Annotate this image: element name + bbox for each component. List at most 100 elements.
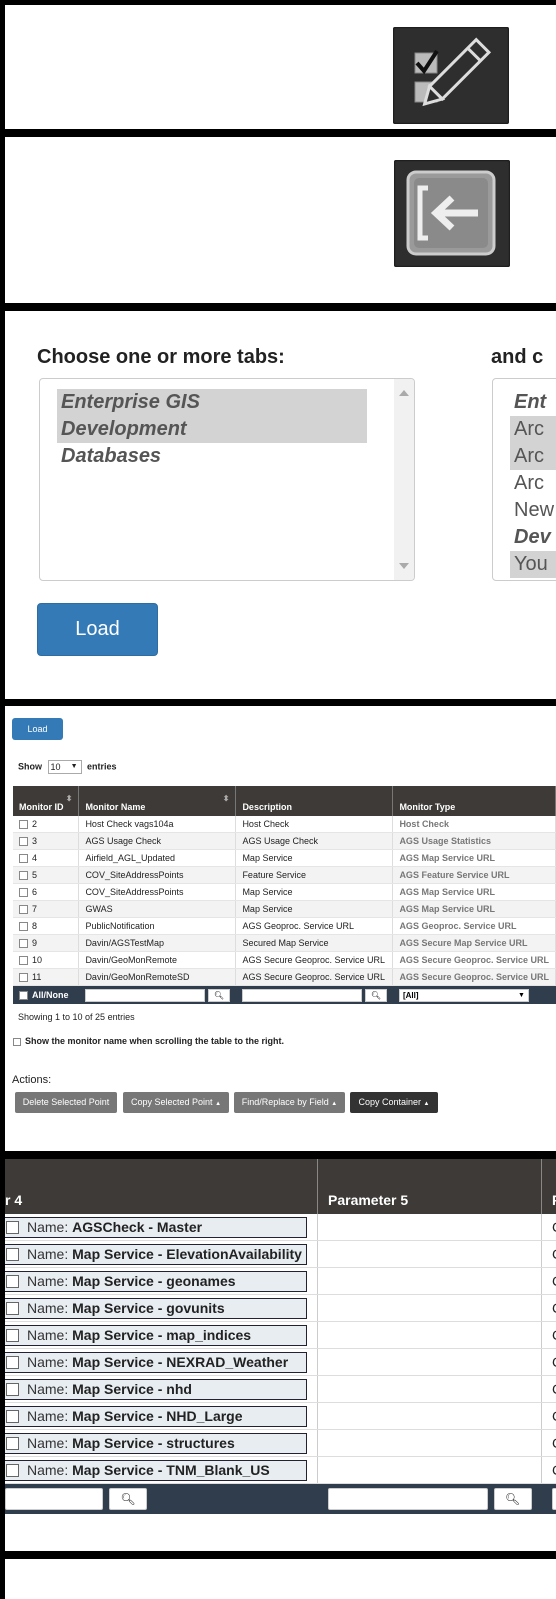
- exit-button[interactable]: [394, 160, 510, 267]
- col-parameter-6[interactable]: Parameter 6: [541, 1159, 556, 1214]
- row-checkbox[interactable]: [19, 939, 28, 949]
- parameter-5-cell[interactable]: [317, 1240, 542, 1268]
- copy-container-button[interactable]: Copy Container ▲: [350, 1092, 438, 1113]
- row-checkbox[interactable]: [6, 1221, 19, 1235]
- description-filter-input[interactable]: [241, 988, 362, 1002]
- table-row[interactable]: 6 COV_SiteAddressPoints Map Service AGS Map…: [13, 883, 556, 901]
- row-checkbox[interactable]: [19, 837, 28, 847]
- monitors-listbox[interactable]: Ent Arc Arc Arc New Dev You: [492, 378, 556, 581]
- name-cell[interactable]: Name: Map Service - NHD_Large: [5, 1405, 307, 1427]
- col-monitor-type[interactable]: Monitor Type: [392, 786, 556, 816]
- col-monitor-name[interactable]: Monitor Name ⬍: [78, 786, 237, 816]
- tab-option[interactable]: Development: [57, 416, 367, 443]
- table-row[interactable]: 11 Davin/GeoMonRemoteSD AGS Secure Geoproc…: [13, 968, 556, 986]
- table-row[interactable]: 5 COV_SiteAddressPoints Feature Service AGS…: [13, 866, 556, 884]
- parameter-6-cell[interactable]: Click to edit: [541, 1240, 556, 1268]
- monitor-option[interactable]: Arc: [510, 416, 556, 443]
- copy-selected-point-button[interactable]: Copy Selected Point ▲: [123, 1092, 229, 1113]
- type-filter-select[interactable]: [All] ▼: [398, 988, 529, 1002]
- row-checkbox[interactable]: [19, 871, 28, 881]
- show-name-checkbox[interactable]: [13, 1037, 21, 1046]
- delete-selected-point-button[interactable]: Delete Selected Point: [15, 1092, 117, 1113]
- parameter-6-cell[interactable]: Click to edit: [541, 1321, 556, 1349]
- tab-option[interactable]: Enterprise GIS: [57, 389, 367, 416]
- name-cell[interactable]: Name: Map Service - nhd: [5, 1378, 307, 1400]
- monitor-option[interactable]: You: [510, 551, 556, 578]
- table-row[interactable]: 2 Host Check vags104a Host Check Host Check: [13, 816, 556, 833]
- name-cell[interactable]: Name: Map Service - TNM_Blank_US: [5, 1459, 307, 1481]
- parameter-6-cell[interactable]: Click to edit: [541, 1294, 556, 1322]
- scroll-down-icon[interactable]: [394, 556, 414, 576]
- parameter-5-filter-input[interactable]: [327, 1488, 488, 1510]
- search-icon[interactable]: 🔍︎: [207, 988, 230, 1002]
- col-description[interactable]: Description: [235, 786, 394, 816]
- tabs-listbox[interactable]: Enterprise GIS Development Databases: [39, 378, 415, 581]
- row-checkbox[interactable]: [6, 1302, 19, 1316]
- monitor-option[interactable]: Dev: [510, 524, 556, 551]
- col-parameter-5[interactable]: Parameter 5: [317, 1159, 542, 1214]
- table-row[interactable]: 3 AGS Usage Check AGS Usage Check AGS Usage…: [13, 832, 556, 850]
- load-button[interactable]: Load: [37, 603, 158, 656]
- row-checkbox[interactable]: [19, 854, 28, 864]
- row-checkbox[interactable]: [19, 956, 28, 966]
- row-checkbox[interactable]: [6, 1410, 19, 1424]
- table-row[interactable]: 9 Davin/AGSTestMap Secured Map Service AGS …: [13, 934, 556, 952]
- monitor-option[interactable]: New: [510, 497, 556, 524]
- page-length-select[interactable]: 10 ▼: [47, 760, 82, 774]
- name-cell[interactable]: Name: Map Service - ElevationAvailabilit…: [5, 1243, 307, 1265]
- name-cell[interactable]: Name: AGSCheck - Master: [5, 1216, 307, 1238]
- parameter-5-cell[interactable]: [317, 1348, 542, 1376]
- monitor-option[interactable]: Arc: [510, 470, 556, 497]
- parameter-6-cell[interactable]: Click to edit: [541, 1214, 556, 1241]
- parameter-6-cell[interactable]: Click to edit: [541, 1267, 556, 1295]
- parameter-6-cell[interactable]: Click to edit: [541, 1375, 556, 1403]
- parameter-5-cell[interactable]: [317, 1294, 542, 1322]
- name-cell[interactable]: Name: Map Service - map_indices: [5, 1324, 307, 1346]
- parameter-6-cell[interactable]: Click to edit: [541, 1402, 556, 1430]
- row-checkbox[interactable]: [19, 905, 28, 915]
- parameter-5-cell[interactable]: [317, 1375, 542, 1403]
- scroll-up-icon[interactable]: [394, 383, 414, 403]
- row-checkbox[interactable]: [19, 820, 28, 830]
- name-filter-input[interactable]: [84, 988, 205, 1002]
- row-checkbox[interactable]: [19, 922, 28, 932]
- monitor-option[interactable]: Ent: [510, 389, 556, 416]
- col-monitor-id[interactable]: Monitor ID ⬍: [13, 786, 80, 816]
- col-parameter-4[interactable]: r 4: [5, 1159, 318, 1214]
- row-checkbox[interactable]: [19, 888, 28, 898]
- table-row[interactable]: 4 Airfield_AGL_Updated Map Service AGS Map …: [13, 849, 556, 867]
- load-button-small[interactable]: Load: [12, 718, 63, 740]
- parameter-6-cell[interactable]: Click to edit: [541, 1348, 556, 1376]
- parameter-5-cell[interactable]: [317, 1214, 542, 1241]
- parameter-6-cell[interactable]: Click to edit: [541, 1429, 556, 1457]
- row-checkbox[interactable]: [6, 1383, 19, 1397]
- table-row[interactable]: 8 PublicNotification AGS Geoproc. Service …: [13, 917, 556, 935]
- name-cell[interactable]: Name: Map Service - structures: [5, 1432, 307, 1454]
- listbox-scrollbar[interactable]: [394, 379, 414, 580]
- row-checkbox[interactable]: [6, 1464, 19, 1478]
- row-checkbox[interactable]: [6, 1275, 19, 1289]
- parameter-5-cell[interactable]: [317, 1321, 542, 1349]
- table-row[interactable]: 10 Davin/GeoMonRemote AGS Secure Geoproc. …: [13, 951, 556, 969]
- parameter-5-cell[interactable]: [317, 1402, 542, 1430]
- parameter-5-cell[interactable]: [317, 1429, 542, 1457]
- search-icon[interactable]: 🔍︎: [364, 988, 387, 1002]
- parameter-5-cell[interactable]: [317, 1456, 542, 1484]
- row-checkbox[interactable]: [6, 1248, 19, 1262]
- row-checkbox[interactable]: [6, 1437, 19, 1451]
- monitor-option[interactable]: Arc: [510, 443, 556, 470]
- search-icon[interactable]: 🔍︎: [493, 1488, 532, 1510]
- row-checkbox[interactable]: [6, 1329, 19, 1343]
- parameter-6-cell[interactable]: Click to edit: [541, 1456, 556, 1484]
- tab-option[interactable]: Databases: [57, 443, 367, 470]
- parameter-5-cell[interactable]: [317, 1267, 542, 1295]
- name-cell[interactable]: Name: Map Service - geonames: [5, 1270, 307, 1292]
- find-replace-button[interactable]: Find/Replace by Field ▲: [234, 1092, 345, 1113]
- select-all-checkbox[interactable]: [19, 991, 28, 1001]
- edit-monitors-button[interactable]: [393, 27, 509, 124]
- parameter-4-filter-input[interactable]: [5, 1488, 103, 1510]
- name-cell[interactable]: Name: Map Service - NEXRAD_Weather: [5, 1351, 307, 1373]
- search-icon[interactable]: 🔍︎: [109, 1488, 147, 1510]
- table-row[interactable]: 7 GWAS Map Service AGS Map Service URL: [13, 900, 556, 918]
- row-checkbox[interactable]: [19, 973, 28, 983]
